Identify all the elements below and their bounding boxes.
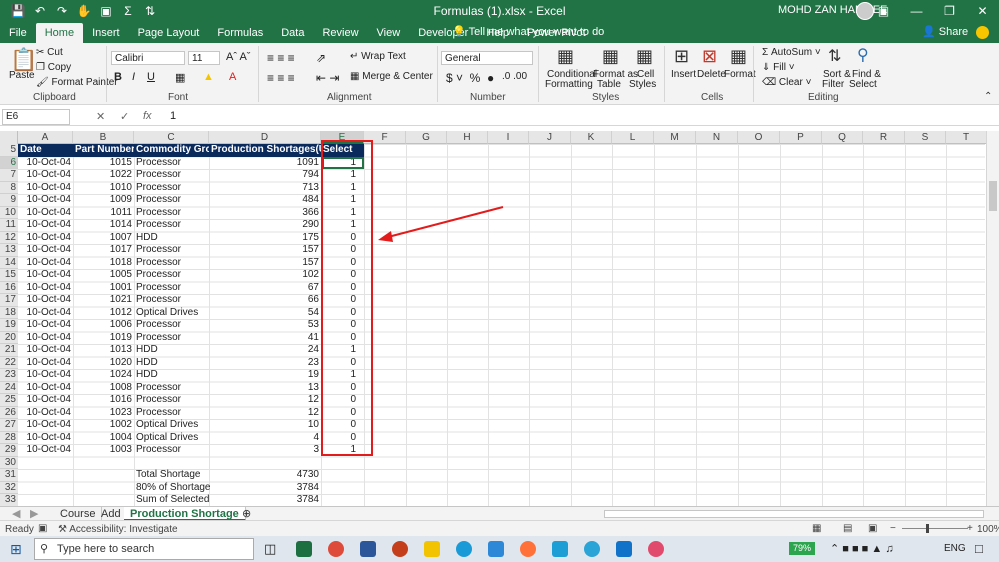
powerpoint-app-icon[interactable] — [392, 541, 408, 557]
status-ready: Ready — [5, 524, 34, 535]
firefox-app-icon[interactable] — [520, 541, 536, 557]
status-bar: Ready ▣ ⚒ Accessibility: Investigate ▦ ▤… — [0, 520, 999, 536]
windows-start-icon[interactable]: ⊞ — [10, 541, 22, 558]
page-layout-view-icon[interactable]: ▤ — [843, 523, 852, 534]
sheet-tab-add[interactable]: Add — [95, 507, 128, 521]
snip-app-icon[interactable] — [648, 541, 664, 557]
file-explorer-icon[interactable] — [424, 541, 440, 557]
task-view-icon[interactable]: ◫ — [264, 541, 276, 557]
next-sheet-icon[interactable]: ▶ — [24, 507, 44, 521]
zoom-slider[interactable] — [902, 528, 968, 529]
horizontal-scrollbar[interactable] — [604, 510, 984, 518]
zoom-level[interactable]: 100% — [977, 524, 999, 535]
excel-app-icon[interactable] — [296, 541, 312, 557]
windows-taskbar: ⊞ ⚲ Type here to search ◫ 79% ⌃ ■ ■ ■ ▲ … — [0, 536, 999, 562]
macro-record-icon[interactable]: ▣ — [38, 523, 47, 534]
chrome-app-icon[interactable] — [328, 541, 344, 557]
normal-view-icon[interactable]: ▦ — [812, 523, 821, 534]
zoom-out-icon[interactable]: − — [890, 523, 896, 534]
notifications-icon[interactable]: □ — [975, 541, 983, 556]
l-app-icon[interactable] — [552, 541, 568, 557]
search-icon: ⚲ — [40, 543, 49, 555]
word-app-icon[interactable] — [360, 541, 376, 557]
edge-app-icon[interactable] — [456, 541, 472, 557]
accessibility-status[interactable]: ⚒ Accessibility: Investigate — [58, 524, 178, 535]
phone-app-icon[interactable] — [488, 541, 504, 557]
zoom-slider-thumb[interactable] — [926, 524, 929, 533]
annotation-arrow — [378, 206, 504, 242]
language-indicator[interactable]: ENG — [944, 543, 966, 554]
sheet-tab-production-shortage[interactable]: Production Shortage — [124, 507, 246, 521]
accessibility-label: Accessibility: Investigate — [69, 524, 178, 535]
telegram-app-icon[interactable] — [584, 541, 600, 557]
zoom-in-icon[interactable]: + — [967, 523, 973, 534]
new-sheet-icon[interactable]: ⊕ — [236, 507, 257, 521]
tray-icons[interactable]: ⌃ ■ ■ ■ ▲ ♫ — [830, 542, 894, 555]
battery-indicator[interactable]: 79% — [789, 542, 815, 555]
vertical-scrollbar[interactable] — [986, 131, 999, 506]
taskbar-search-label: Type here to search — [57, 543, 155, 555]
taskbar-search[interactable]: ⚲ Type here to search — [34, 538, 254, 560]
page-break-view-icon[interactable]: ▣ — [868, 523, 877, 534]
sheet-tab-bar: ◀ ▶ Course Add Production Shortage ⊕ — [0, 506, 999, 521]
mail-app-icon[interactable] — [616, 541, 632, 557]
